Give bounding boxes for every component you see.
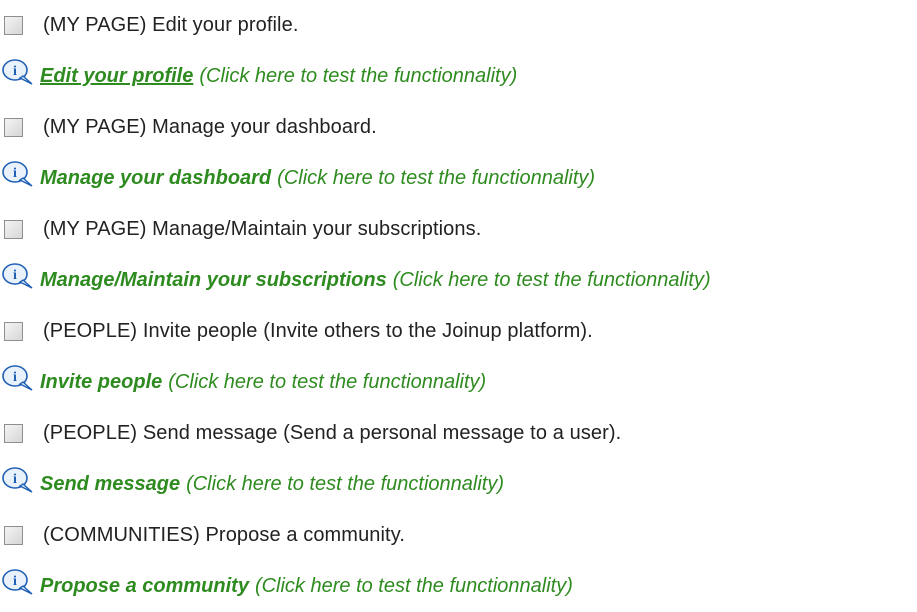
task-label: (MY PAGE) Manage your dashboard.	[43, 116, 377, 138]
checkbox-icon[interactable]	[4, 16, 23, 35]
checkbox-icon[interactable]	[4, 424, 23, 443]
propose-community-link[interactable]: Propose a community	[40, 575, 249, 598]
test-link-row: i Edit your profile (Click here to test …	[0, 51, 917, 102]
task-row: (PEOPLE) Invite people (Invite others to…	[0, 306, 917, 357]
info-icon: i	[2, 466, 33, 493]
task-row: (PEOPLE) Send message (Send a personal m…	[0, 408, 917, 459]
test-hint: (Click here to test the functionnality)	[168, 371, 487, 393]
svg-text:i: i	[13, 472, 17, 487]
info-icon: i	[2, 160, 33, 187]
checkbox-icon[interactable]	[4, 220, 23, 239]
manage-dashboard-link[interactable]: Manage your dashboard	[40, 167, 271, 190]
edit-profile-link[interactable]: Edit your profile	[40, 65, 193, 88]
invite-people-link[interactable]: Invite people	[40, 371, 162, 394]
test-link-row: i Manage your dashboard (Click here to t…	[0, 153, 917, 204]
test-hint: (Click here to test the functionnality)	[392, 269, 711, 291]
send-message-link[interactable]: Send message	[40, 473, 180, 496]
task-label: (MY PAGE) Edit your profile.	[43, 14, 299, 36]
test-hint: (Click here to test the functionnality)	[277, 167, 596, 189]
task-label: (PEOPLE) Send message (Send a personal m…	[43, 422, 622, 444]
task-label: (PEOPLE) Invite people (Invite others to…	[43, 320, 593, 342]
checkbox-icon[interactable]	[4, 322, 23, 341]
task-row: (MY PAGE) Edit your profile.	[0, 0, 917, 51]
task-row: (MY PAGE) Manage your dashboard.	[0, 102, 917, 153]
svg-text:i: i	[13, 370, 17, 385]
test-link-row: i Send message (Click here to test the f…	[0, 459, 917, 510]
checkbox-icon[interactable]	[4, 526, 23, 545]
info-icon: i	[2, 364, 33, 391]
test-link-row: i Invite people (Click here to test the …	[0, 357, 917, 408]
task-label: (MY PAGE) Manage/Maintain your subscript…	[43, 218, 482, 240]
task-label: (COMMUNITIES) Propose a community.	[43, 524, 405, 546]
test-link-row: i Propose a community (Click here to tes…	[0, 561, 917, 612]
svg-text:i: i	[13, 574, 17, 589]
svg-text:i: i	[13, 268, 17, 283]
test-hint: (Click here to test the functionnality)	[186, 473, 504, 495]
task-row: (MY PAGE) Manage/Maintain your subscript…	[0, 204, 917, 255]
manage-subscriptions-link[interactable]: Manage/Maintain your subscriptions	[40, 269, 387, 292]
task-row: (COMMUNITIES) Propose a community.	[0, 510, 917, 561]
checklist: (MY PAGE) Edit your profile. i Edit your…	[0, 0, 917, 612]
info-icon: i	[2, 568, 33, 595]
info-icon: i	[2, 262, 33, 289]
checkbox-icon[interactable]	[4, 118, 23, 137]
test-hint: (Click here to test the functionnality)	[254, 575, 573, 597]
svg-text:i: i	[13, 64, 17, 79]
svg-text:i: i	[13, 166, 17, 181]
test-link-row: i Manage/Maintain your subscriptions (Cl…	[0, 255, 917, 306]
info-icon: i	[2, 58, 33, 85]
test-hint: (Click here to test the functionnality)	[199, 65, 518, 87]
